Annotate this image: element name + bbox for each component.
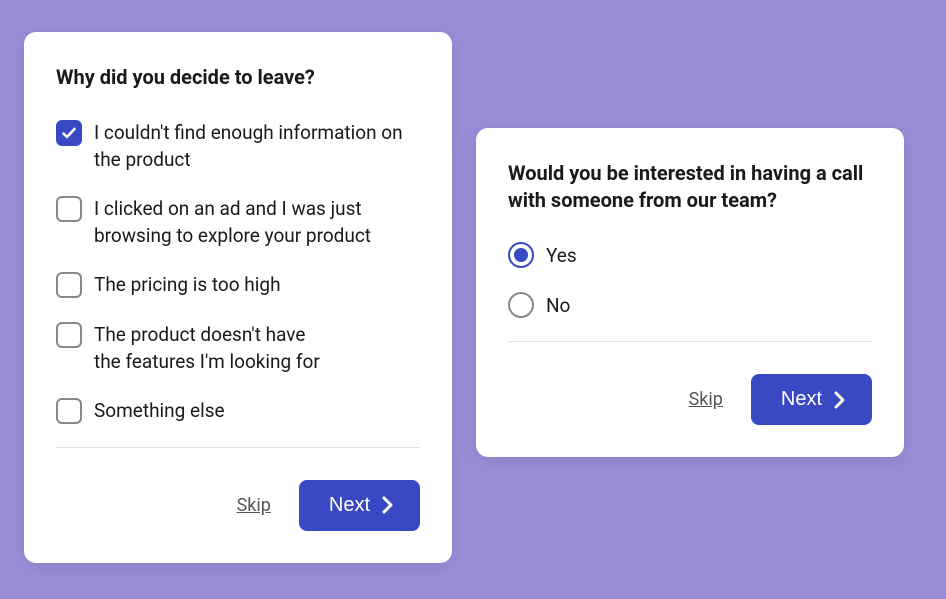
divider [56, 447, 420, 448]
divider [508, 341, 872, 342]
skip-link[interactable]: Skip [237, 495, 271, 516]
check-icon [61, 125, 77, 141]
question-text: Why did you decide to leave? [56, 64, 420, 91]
option-row[interactable]: No [508, 292, 872, 320]
checkbox[interactable] [56, 272, 82, 298]
chevron-right-icon [382, 496, 394, 514]
survey-card-call-interest: Would you be interested in having a call… [476, 128, 904, 457]
radio[interactable] [508, 242, 534, 268]
skip-link[interactable]: Skip [689, 389, 723, 410]
checkbox[interactable] [56, 120, 82, 146]
next-button-label: Next [329, 494, 370, 517]
option-label: Yes [546, 242, 577, 270]
checkbox[interactable] [56, 398, 82, 424]
next-button-label: Next [781, 388, 822, 411]
option-row[interactable]: I couldn't find enough information on th… [56, 119, 420, 173]
option-label: Something else [94, 397, 225, 425]
option-label: I couldn't find enough information on th… [94, 119, 420, 173]
option-row[interactable]: Yes [508, 242, 872, 270]
option-label: No [546, 292, 570, 320]
card-footer: Skip Next [56, 480, 420, 531]
radio[interactable] [508, 292, 534, 318]
option-row[interactable]: Something else [56, 397, 420, 425]
question-text: Would you be interested in having a call… [508, 160, 872, 214]
option-row[interactable]: I clicked on an ad and I was just browsi… [56, 195, 420, 249]
checkbox[interactable] [56, 196, 82, 222]
option-label: The pricing is too high [94, 271, 281, 299]
next-button[interactable]: Next [751, 374, 872, 425]
option-label: I clicked on an ad and I was just browsi… [94, 195, 420, 249]
option-row[interactable]: The product doesn't have the features I'… [56, 321, 420, 375]
next-button[interactable]: Next [299, 480, 420, 531]
option-row[interactable]: The pricing is too high [56, 271, 420, 299]
checkbox[interactable] [56, 322, 82, 348]
chevron-right-icon [834, 391, 846, 409]
survey-card-leave-reason: Why did you decide to leave? I couldn't … [24, 32, 452, 563]
card-footer: Skip Next [508, 374, 872, 425]
option-label: The product doesn't have the features I'… [94, 321, 324, 375]
